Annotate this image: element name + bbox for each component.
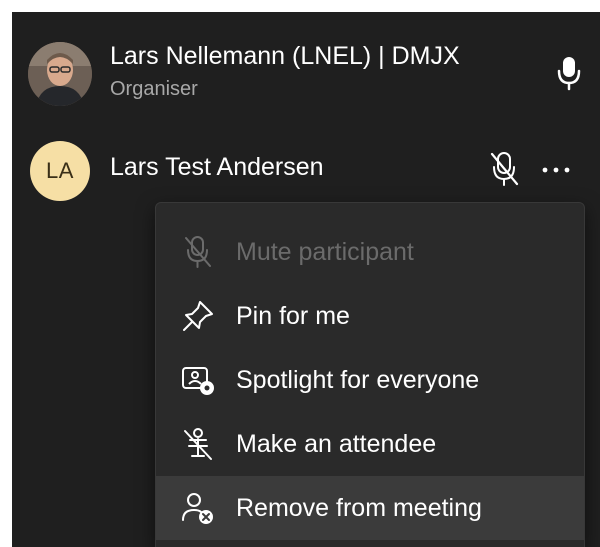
participant-role: Organiser [110, 78, 198, 100]
participants-panel: Lars Nellemann (LNEL) | DMJX Organiser L… [12, 12, 600, 547]
menu-item-make-an-attendee[interactable]: Make an attendee [156, 412, 584, 476]
microphone-off-icon [180, 234, 216, 270]
menu-item-label: Mute participant [236, 237, 414, 266]
avatar[interactable]: LA [30, 141, 90, 201]
menu-item-spotlight-for-everyone[interactable]: Spotlight for everyone [156, 348, 584, 412]
remove-person-icon [180, 490, 216, 526]
avatar[interactable] [28, 42, 92, 106]
more-options-icon [542, 167, 570, 173]
menu-item-mute-participant[interactable]: Mute participant [156, 220, 584, 284]
participant-row-attendee[interactable]: LA Lars Test Andersen [12, 122, 600, 212]
spotlight-icon [180, 362, 216, 398]
participant-context-menu: Mute participant Pin for me Spotlight fo… [155, 202, 585, 547]
menu-item-label: Remove from meeting [236, 493, 482, 522]
pin-icon [180, 298, 216, 334]
menu-item-label: Make an attendee [236, 429, 437, 458]
participant-name: Lars Test Andersen [110, 153, 324, 181]
menu-item-label: Spotlight for everyone [236, 365, 480, 394]
more-options-button[interactable] [536, 152, 576, 188]
participant-row-organiser[interactable]: Lars Nellemann (LNEL) | DMJX Organiser [12, 12, 600, 122]
participant-name: Lars Nellemann (LNEL) | DMJX [110, 42, 460, 70]
microphone-off-icon [487, 150, 521, 188]
make-attendee-icon [180, 426, 216, 462]
menu-item-label: Pin for me [236, 301, 350, 330]
avatar-photo-icon [28, 42, 92, 106]
microphone-icon[interactable] [555, 55, 583, 91]
menu-item-pin-for-me[interactable]: Pin for me [156, 284, 584, 348]
menu-item-remove-from-meeting[interactable]: Remove from meeting [156, 476, 584, 540]
